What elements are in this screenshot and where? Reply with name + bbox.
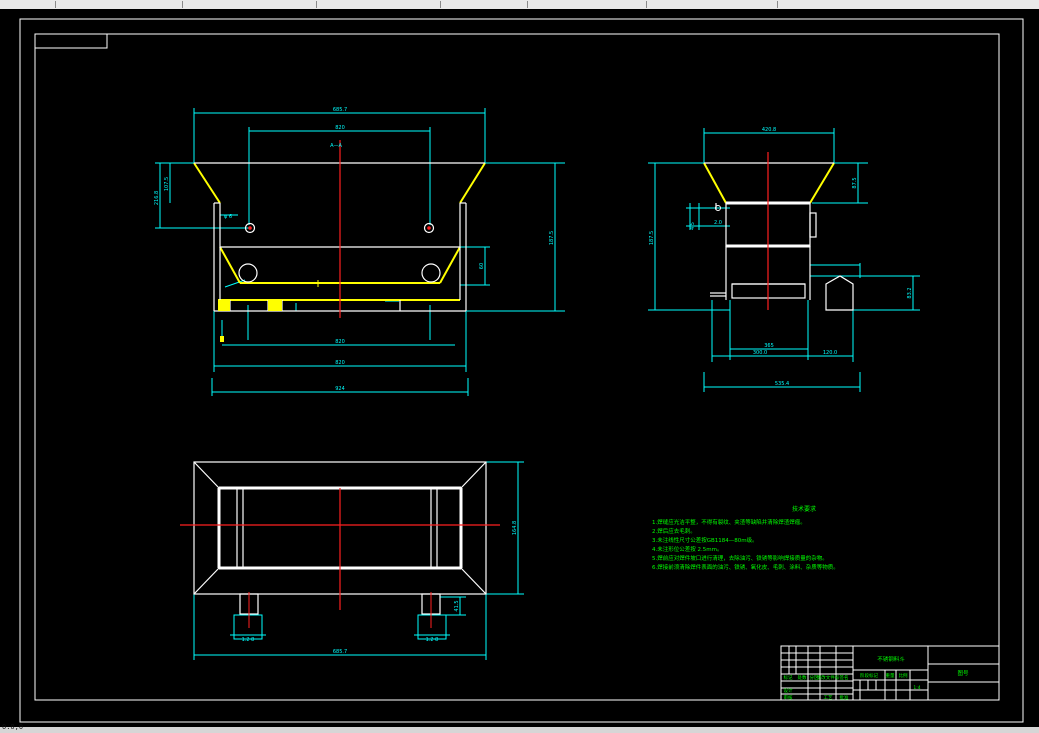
inner-border [34, 33, 1000, 701]
dim-plan-leg-w1: 1.2 8 [242, 637, 255, 643]
title-block-label: 重量 [886, 672, 895, 679]
dim-side-bottom-b: 120.0 [823, 350, 837, 356]
dim-plan-leg: 41.5 [454, 600, 460, 611]
title-block-label: 处数 [798, 674, 807, 681]
dim-side-small-b: 2.0 [714, 220, 722, 226]
dim-front-left-inner: 107.5 [164, 177, 170, 191]
dim-side-bottom-inner: 365 [764, 343, 774, 349]
note-item: 5.焊前应对焊件坡口进行清理，去除油污、铁锈等影响焊接质量的杂物。 [652, 554, 828, 562]
title-block-label: 比例 [899, 672, 908, 679]
drawing-number: 图号 [957, 669, 969, 677]
dim-front-top-width: 685.7 [333, 107, 347, 113]
label-hole: φ 6 [224, 214, 232, 220]
dim-side-bottom-total: 535.4 [775, 381, 789, 387]
dim-front-hole-spacing: 820 [335, 125, 345, 131]
title-block-label: 标记 [784, 674, 793, 681]
toolbar-separator [527, 1, 528, 8]
note-item: 3.未注线性尺寸公差按GB1184—80m级。 [652, 536, 758, 544]
dim-front-inner-height: 60 [479, 263, 485, 269]
note-item: 6.焊接前须清除焊件表面的油污、铁锈、氧化皮、毛刺、涂料、杂质等物质。 [652, 563, 839, 571]
toolbar-separator [182, 1, 183, 8]
title-block-label: 设计 [784, 687, 793, 694]
dim-front-bottom-total: 924 [335, 386, 345, 392]
plan-view: 164.8 41.5 1.2 8 1.2 8 685.7 [180, 461, 524, 660]
corner-label-box [35, 34, 108, 49]
dim-side-left-height: 187.5 [649, 231, 655, 245]
toolbar-separator [55, 1, 56, 8]
notes-title: 技术要求 [792, 505, 816, 513]
note-item: 1.焊缝应光洁平整，不得有裂纹、夹渣等缺陷并清除焊渣焊瘤。 [652, 518, 806, 526]
dim-front-left-outer: 216.8 [154, 191, 160, 205]
toolbar-separator [316, 1, 317, 8]
title-block-label: 签名 [840, 674, 849, 681]
dim-side-bottom-a: 300.0 [753, 350, 767, 356]
title-block-label: 审核 [784, 694, 793, 701]
technical-notes: 技术要求 1.焊缝应光洁平整，不得有裂纹、夹渣等缺陷并清除焊渣焊瘤。 2.焊后应… [652, 505, 839, 571]
side-view: 420.8 87.5 187.5 4.5 2.0 83.2 365 300.0 … [648, 127, 920, 392]
title-block-label: 更改文件号 [817, 674, 840, 681]
part-name: 不锈钢料斗 [877, 655, 905, 663]
title-block-label: 批准 [840, 694, 849, 701]
dim-front-bottom-inner: 820 [335, 339, 345, 345]
status-bar [0, 727, 1039, 733]
title-block-label: 工艺 [824, 695, 833, 701]
scale-value: 1:4 [913, 685, 920, 691]
front-view: 685.7 820 A—A 216.8 107.5 187.5 60 φ 6 8… [154, 107, 565, 396]
toolbar-separator [777, 1, 778, 8]
dim-side-right: 87.5 [852, 177, 858, 188]
coordinate-readout: 0.0,0 [2, 723, 24, 731]
title-block-label: 阶段标记 [860, 672, 878, 679]
label-section: A—A [330, 143, 342, 149]
title-block: 不锈钢料斗 图号 1:4 标记 处数 分区 更改文件号 签名 设计 审核 工艺 … [780, 645, 1000, 701]
toolbar-separator [440, 1, 441, 8]
cad-drawing[interactable]: 685.7 820 A—A 216.8 107.5 187.5 60 φ 6 8… [0, 9, 1039, 727]
dim-front-right-height: 187.5 [549, 231, 555, 245]
note-item: 4.未注形位公差按 2.5mm。 [652, 545, 722, 553]
outer-border [19, 18, 1024, 723]
dim-plan-right: 164.8 [512, 521, 518, 535]
dim-front-bottom-mid: 820 [335, 360, 345, 366]
dim-plan-bottom-total: 685.7 [333, 649, 347, 655]
dim-side-small-a: 4.5 [690, 222, 696, 230]
dim-side-top-width: 420.8 [762, 127, 776, 133]
dim-plan-leg-w2: 1.2 8 [426, 637, 439, 643]
toolbar-separator [646, 1, 647, 8]
dim-side-outlet: 83.2 [907, 287, 913, 298]
note-item: 2.焊后应去毛刺。 [652, 527, 696, 535]
drawing-canvas[interactable]: 685.7 820 A—A 216.8 107.5 187.5 60 φ 6 8… [0, 9, 1039, 727]
